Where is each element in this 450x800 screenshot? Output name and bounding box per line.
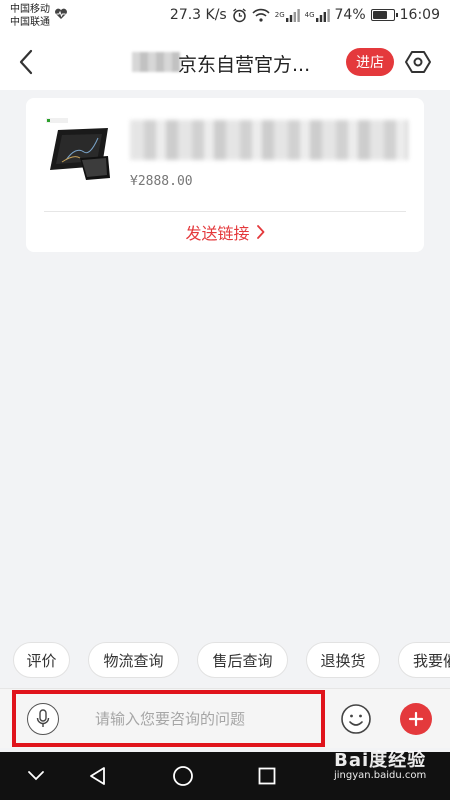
store-name-obscured	[132, 52, 180, 72]
emoji-icon[interactable]	[340, 703, 372, 735]
nav-back-icon	[90, 767, 105, 785]
signal-1-label: 2G	[274, 11, 285, 19]
nav-recent-icon	[258, 767, 276, 785]
send-link-button[interactable]: 发送链接	[26, 220, 424, 244]
battery-icon	[370, 9, 398, 21]
send-link-label: 发送链接	[185, 224, 250, 243]
settings-button[interactable]	[403, 47, 433, 77]
back-button[interactable]	[12, 47, 40, 77]
nav-home-button[interactable]	[169, 762, 197, 790]
quick-tag-review[interactable]: 评价	[13, 642, 70, 678]
quick-tag-after-sales[interactable]: 售后查询	[197, 642, 288, 678]
nav-back-button[interactable]	[84, 762, 112, 790]
nav-home-icon	[173, 766, 193, 786]
carrier-2: 中国联通	[10, 17, 50, 28]
watermark-sub: jingyan.baidu.com	[334, 770, 427, 781]
signal-2-label: 4G	[304, 11, 315, 19]
back-arrow-icon	[19, 49, 33, 75]
carrier-info: 中国移动 中国联通	[10, 3, 50, 29]
status-indicators: 27.3 K/s 2G 4G 74% 16:09	[170, 7, 440, 23]
quick-tag-return[interactable]: 退换货	[306, 642, 380, 678]
page-title: 京东自营官方...	[178, 54, 311, 76]
chevron-right-icon	[256, 225, 264, 239]
plus-icon	[408, 711, 424, 727]
quick-tag-urge[interactable]: 我要催	[398, 642, 450, 678]
alarm-clock-icon	[232, 7, 246, 22]
clock-time: 16:09	[399, 7, 440, 23]
chat-header: 京东自营官方... 进店	[0, 34, 450, 90]
product-card[interactable]: ¥2888.00 发送链接	[26, 98, 424, 252]
settings-hexagon-icon	[405, 51, 431, 73]
message-input-bar	[0, 688, 450, 748]
product-thumbnail	[46, 118, 110, 180]
nav-down-icon	[28, 771, 44, 781]
nav-down-button[interactable]	[22, 762, 50, 790]
nav-recent-button[interactable]	[253, 762, 281, 790]
enter-store-button[interactable]: 进店	[346, 48, 394, 76]
watermark-main: Bai度经验	[334, 750, 427, 771]
baidu-jingyan-watermark: Bai度经验 jingyan.baidu.com	[334, 746, 426, 781]
status-bar: 中国移动 中国联通 27.3 K/s 2G 4G 74% 16:09	[0, 0, 450, 34]
heart-rate-icon	[55, 8, 67, 19]
product-name-obscured	[130, 120, 408, 160]
quick-tag-logistics[interactable]: 物流查询	[88, 642, 179, 678]
product-price: ¥2888.00	[130, 174, 193, 189]
carrier-1: 中国移动	[10, 4, 50, 15]
battery-percent: 74%	[334, 7, 366, 23]
network-speed: 27.3 K/s	[169, 7, 227, 23]
more-actions-button[interactable]	[400, 703, 432, 735]
signal-icon	[285, 8, 300, 22]
annotation-highlight-frame	[12, 690, 325, 747]
signal-icon	[315, 8, 330, 22]
card-divider	[44, 211, 406, 212]
wifi-icon	[252, 8, 270, 22]
quick-reply-bar: 评价 物流查询 售后查询 退换货 我要催	[0, 636, 450, 682]
